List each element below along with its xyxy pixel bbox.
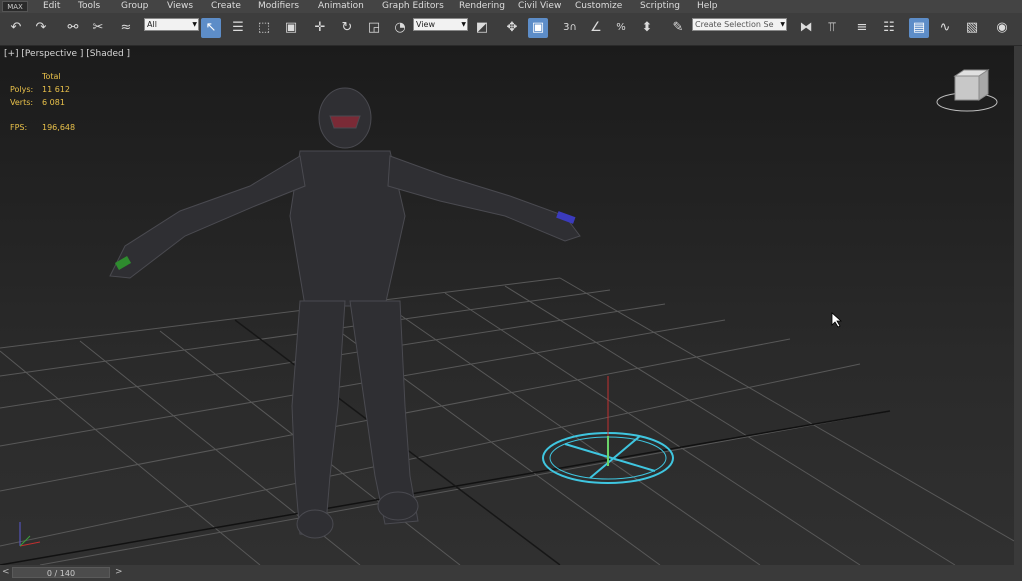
mouse-cursor-icon xyxy=(831,312,843,328)
viewcube-cube xyxy=(954,75,980,101)
menu-scripting[interactable]: Scripting xyxy=(640,0,680,13)
chevron-down-icon: ▼ xyxy=(780,21,785,28)
axis-tripod xyxy=(19,522,41,547)
menu-modifiers[interactable]: Modifiers xyxy=(258,0,299,13)
time-slider-prev-icon[interactable]: < xyxy=(2,567,10,577)
selection-filter-value: All xyxy=(147,20,157,29)
viewport-label-menu[interactable]: [+] [Perspective ] [Shaded ] xyxy=(4,49,130,59)
named-selection-sets-placeholder: Create Selection Se xyxy=(695,20,774,29)
edit-named-selection-icon[interactable]: ✎ xyxy=(668,18,688,38)
viewcube-side xyxy=(978,69,989,101)
menu-rendering[interactable]: Rendering xyxy=(459,0,505,13)
app-logo[interactable]: MAX xyxy=(2,1,28,12)
time-slider-frame: 0 / 140 xyxy=(46,569,76,578)
viewport-right-edge xyxy=(1014,46,1022,565)
snaps-toggle-icon[interactable]: 3∩ xyxy=(560,18,580,38)
stats-verts-value: 6 081 xyxy=(42,98,65,107)
unlink-icon[interactable]: ✂ xyxy=(88,18,108,38)
select-object-icon[interactable]: ↖ xyxy=(201,18,221,38)
grid-line xyxy=(39,410,891,565)
stats-fps-value: 196,648 xyxy=(42,123,76,132)
character-left-boot xyxy=(296,509,334,539)
reference-coordinate-value: View xyxy=(416,20,435,29)
menu-tools[interactable]: Tools xyxy=(78,0,100,13)
stats-verts-label: Verts: xyxy=(10,98,34,107)
mirror-icon[interactable]: ⧓ xyxy=(796,18,816,38)
menu-graph-editors[interactable]: Graph Editors xyxy=(382,0,444,13)
link-icon[interactable]: ⚯ xyxy=(63,18,83,38)
menu-customize[interactable]: Customize xyxy=(575,0,622,13)
undo-icon[interactable]: ↶ xyxy=(6,18,26,38)
select-rotate-icon[interactable]: ↻ xyxy=(337,18,357,38)
menu-group[interactable]: Group xyxy=(121,0,148,13)
menu-civil-view[interactable]: Civil View xyxy=(518,0,561,13)
time-slider-next-icon[interactable]: > xyxy=(115,567,123,577)
select-scale-icon[interactable]: ◲ xyxy=(364,18,384,38)
character-visor xyxy=(329,115,361,129)
select-by-name-icon[interactable]: ☰ xyxy=(228,18,248,38)
graphite-toolbox-icon[interactable]: ▤ xyxy=(909,18,929,38)
menu-animation[interactable]: Animation xyxy=(318,0,364,13)
menu-create[interactable]: Create xyxy=(211,0,241,13)
pivot-center-icon[interactable]: ◩ xyxy=(472,18,492,38)
toggle-layer-explorer-icon[interactable]: ☷ xyxy=(879,18,899,38)
menu-help[interactable]: Help xyxy=(697,0,718,13)
named-selection-sets-dropdown[interactable]: Create Selection Se ▼ xyxy=(692,18,787,31)
curve-editor-icon[interactable]: ∿ xyxy=(935,18,955,38)
stats-polys-label: Polys: xyxy=(10,85,34,94)
rectangular-selection-icon[interactable]: ⬚ xyxy=(254,18,274,38)
select-place-icon[interactable]: ◔ xyxy=(390,18,410,38)
grid-line xyxy=(379,300,761,565)
grid-line xyxy=(444,292,861,565)
stats-polys-value: 11 612 xyxy=(42,85,70,94)
character-left-leg xyxy=(291,300,346,537)
bind-space-warp-icon[interactable]: ≈ xyxy=(116,18,136,38)
grid-axis-line xyxy=(0,410,891,565)
character-right-boot xyxy=(377,491,419,521)
character-right-arm xyxy=(387,155,581,242)
viewport-scene xyxy=(0,69,1014,565)
manipulate-icon[interactable]: ✥ xyxy=(502,18,522,38)
schematic-view-icon[interactable]: ▧ xyxy=(962,18,982,38)
stats-fps-label: FPS: xyxy=(10,123,28,132)
chevron-down-icon: ▼ xyxy=(192,21,197,28)
snaps-value: 3 xyxy=(563,22,570,33)
time-slider[interactable]: 0 / 140 xyxy=(12,567,110,578)
chevron-down-icon: ▼ xyxy=(461,21,466,28)
keyboard-shortcut-override-icon[interactable]: ▣ xyxy=(528,18,548,38)
grid-line xyxy=(0,350,261,565)
grid-line xyxy=(0,363,861,547)
percent-snap-icon[interactable]: % xyxy=(611,18,631,38)
viewcube xyxy=(936,69,998,112)
toggle-scene-explorer-icon[interactable]: ≡ xyxy=(852,18,872,38)
character-left-arm xyxy=(109,155,306,279)
perspective-viewport[interactable]: [+] [Perspective ] [Shaded ] Total Polys… xyxy=(0,46,1014,565)
menu-views[interactable]: Views xyxy=(167,0,193,13)
armored-character-model xyxy=(109,87,581,539)
helper-spoke xyxy=(589,435,641,479)
selection-filter-dropdown[interactable]: All ▼ xyxy=(144,18,199,31)
material-editor-icon[interactable]: ◉ xyxy=(992,18,1012,38)
window-crossing-icon[interactable]: ▣ xyxy=(281,18,301,38)
reference-coordinate-dropdown[interactable]: View ▼ xyxy=(413,18,468,31)
main-toolbar: ↶ ↷ ⚯ ✂ ≈ All ▼ ↖ ☰ ⬚ ▣ ✛ ↻ ◲ ◔ View ▼ ◩ ✥… xyxy=(0,13,1022,46)
align-icon[interactable]: ⫪ xyxy=(822,18,842,38)
menu-bar: MAX Edit Tools Group Views Create Modifi… xyxy=(0,0,1022,13)
home-grid xyxy=(0,277,1014,565)
stats-total-label: Total xyxy=(42,72,61,81)
spinner-snap-icon[interactable]: ⬍ xyxy=(637,18,657,38)
redo-icon[interactable]: ↷ xyxy=(31,18,51,38)
character-torso xyxy=(289,150,406,307)
menu-edit[interactable]: Edit xyxy=(43,0,60,13)
grid-line xyxy=(559,277,1014,542)
angle-snap-icon[interactable]: ∠ xyxy=(586,18,606,38)
time-slider-bar: < 0 / 140 > xyxy=(0,565,1022,581)
select-move-icon[interactable]: ✛ xyxy=(310,18,330,38)
grid-line xyxy=(504,285,956,565)
